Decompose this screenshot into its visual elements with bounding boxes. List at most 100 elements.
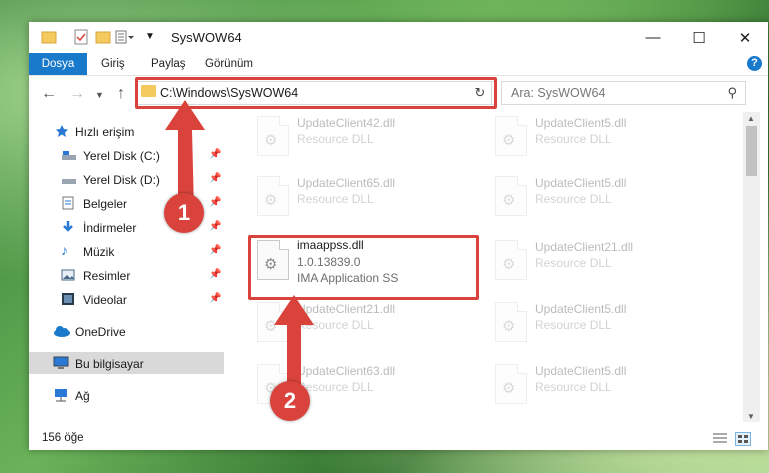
dll-file-icon: ⚙ xyxy=(495,364,527,404)
gear-icon: ⚙ xyxy=(502,132,516,149)
file-description: Resource DLL xyxy=(535,318,612,332)
sidebar-item-label: Yerel Disk (D:) xyxy=(83,173,160,187)
tab-file[interactable]: Dosya xyxy=(29,53,87,75)
gear-icon: ⚙ xyxy=(264,132,278,149)
file-name: UpdateClient42.dll xyxy=(297,116,396,130)
file-name: UpdateClient5.dll xyxy=(535,302,627,316)
list-item[interactable]: ⚙ UpdateClient5.dll Resource DLL xyxy=(491,362,721,410)
sidebar-item-onedrive[interactable]: OneDrive xyxy=(29,320,224,342)
list-item[interactable]: ⚙ UpdateClient42.dll Resource DLL xyxy=(253,114,483,162)
documents-icon xyxy=(61,196,75,210)
computer-icon xyxy=(53,356,69,370)
file-highlight-box xyxy=(248,235,479,300)
item-count: 156 öğe xyxy=(42,432,84,444)
tab-home[interactable]: Giriş xyxy=(101,53,125,75)
search-placeholder: Ara: SysWOW64 xyxy=(511,86,606,100)
sidebar-item-label: Yerel Disk (C:) xyxy=(83,149,160,163)
folder-icon xyxy=(41,29,57,45)
tiles-view-icon[interactable] xyxy=(735,432,751,446)
file-description: Resource DLL xyxy=(535,192,612,206)
up-arrow-icon[interactable]: ↑ xyxy=(117,85,125,103)
search-icon[interactable]: ⚲ xyxy=(727,85,737,101)
sidebar-item-videos[interactable]: Videolar 📌 xyxy=(29,288,224,310)
file-name: UpdateClient5.dll xyxy=(535,116,627,130)
sidebar-item-pictures[interactable]: Resimler 📌 xyxy=(29,264,224,286)
list-item[interactable]: ⚙ UpdateClient65.dll Resource DLL xyxy=(253,174,483,222)
annotation-badge-1: 1 xyxy=(164,193,204,233)
search-input[interactable]: Ara: SysWOW64 ⚲ xyxy=(501,81,746,105)
sidebar-item-label: OneDrive xyxy=(75,325,126,339)
customize-toolbar-icon[interactable] xyxy=(115,29,134,45)
ribbon-tabs: Dosya Giriş Paylaş Görünüm ? xyxy=(29,53,768,76)
sidebar-item-network[interactable]: Ağ xyxy=(29,384,224,406)
pin-icon[interactable]: 📌 xyxy=(209,293,221,304)
music-icon: ♪ xyxy=(61,242,68,258)
list-item[interactable]: ⚙ UpdateClient5.dll Resource DLL xyxy=(491,300,721,348)
gear-icon: ⚙ xyxy=(264,192,278,209)
drive-icon xyxy=(61,148,76,162)
pin-icon[interactable]: 📌 xyxy=(209,149,221,160)
vertical-scrollbar[interactable]: ▲ ▼ xyxy=(743,112,760,422)
download-icon xyxy=(61,220,75,234)
minimize-button[interactable]: — xyxy=(630,22,676,53)
file-name: UpdateClient21.dll xyxy=(535,240,634,254)
file-name: UpdateClient5.dll xyxy=(535,176,627,190)
dll-file-icon: ⚙ xyxy=(495,240,527,280)
sidebar-item-label: Müzik xyxy=(83,245,115,259)
title-bar: ▼ SysWOW64 — ☐ ✕ xyxy=(29,22,768,53)
video-icon xyxy=(61,292,75,306)
tab-view[interactable]: Görünüm xyxy=(205,53,253,75)
scroll-up-icon[interactable]: ▲ xyxy=(747,114,755,123)
pin-icon[interactable]: 📌 xyxy=(209,173,221,184)
list-item[interactable]: ⚙ UpdateClient5.dll Resource DLL xyxy=(491,114,721,162)
sidebar-item-label: Belgeler xyxy=(83,197,128,211)
window-title: SysWOW64 xyxy=(171,30,242,45)
scroll-thumb[interactable] xyxy=(746,126,757,176)
scroll-down-icon[interactable]: ▼ xyxy=(747,412,755,421)
annotation-badge-2: 2 xyxy=(270,381,310,421)
file-description: Resource DLL xyxy=(535,132,612,146)
sidebar-item-label: Ağ xyxy=(75,389,90,403)
dll-file-icon: ⚙ xyxy=(495,302,527,342)
gear-icon: ⚙ xyxy=(502,318,516,335)
dll-file-icon: ⚙ xyxy=(257,176,289,216)
maximize-button[interactable]: ☐ xyxy=(676,22,722,53)
pictures-icon xyxy=(61,268,75,282)
sidebar-item-label: Bu bilgisayar xyxy=(75,357,144,371)
file-name: UpdateClient5.dll xyxy=(535,364,627,378)
gear-icon: ⚙ xyxy=(502,256,516,273)
back-arrow-icon[interactable]: ← xyxy=(41,85,57,103)
pin-icon[interactable]: 📌 xyxy=(209,269,221,280)
list-item[interactable]: ⚙ UpdateClient21.dll Resource DLL xyxy=(491,238,721,286)
file-description: Resource DLL xyxy=(297,132,374,146)
details-view-icon[interactable] xyxy=(713,432,727,444)
sidebar-item-this-pc[interactable]: Bu bilgisayar xyxy=(29,352,224,374)
properties-icon[interactable] xyxy=(73,29,89,45)
annotation-arrow-2 xyxy=(274,295,314,385)
dll-file-icon: ⚙ xyxy=(495,176,527,216)
tab-share[interactable]: Paylaş xyxy=(151,53,186,75)
file-description: Resource DLL xyxy=(535,380,612,394)
star-icon xyxy=(55,124,69,138)
chevron-down-icon[interactable]: ▼ xyxy=(145,31,161,47)
file-description: Resource DLL xyxy=(535,256,612,270)
pin-icon[interactable]: 📌 xyxy=(209,221,221,232)
network-icon xyxy=(53,388,67,402)
pin-icon[interactable]: 📌 xyxy=(209,197,221,208)
new-folder-icon[interactable] xyxy=(95,29,111,45)
help-icon[interactable]: ? xyxy=(747,56,762,71)
sidebar-item-music[interactable]: ♪ Müzik 📌 xyxy=(29,240,224,262)
recent-locations-chevron-icon[interactable]: ▼ xyxy=(95,90,104,100)
status-bar: 156 öğe xyxy=(29,426,768,450)
pin-icon[interactable]: 📌 xyxy=(209,245,221,256)
cloud-icon xyxy=(53,324,70,338)
file-name: UpdateClient65.dll xyxy=(297,176,396,190)
close-button[interactable]: ✕ xyxy=(722,22,768,53)
gear-icon: ⚙ xyxy=(502,380,516,397)
forward-arrow-icon[interactable]: → xyxy=(69,85,85,103)
dll-file-icon: ⚙ xyxy=(257,116,289,156)
dll-file-icon: ⚙ xyxy=(495,116,527,156)
file-explorer-window: ▼ SysWOW64 — ☐ ✕ Dosya Giriş Paylaş Görü… xyxy=(29,22,768,450)
list-item[interactable]: ⚙ UpdateClient5.dll Resource DLL xyxy=(491,174,721,222)
sidebar-item-label: İndirmeler xyxy=(83,221,137,235)
